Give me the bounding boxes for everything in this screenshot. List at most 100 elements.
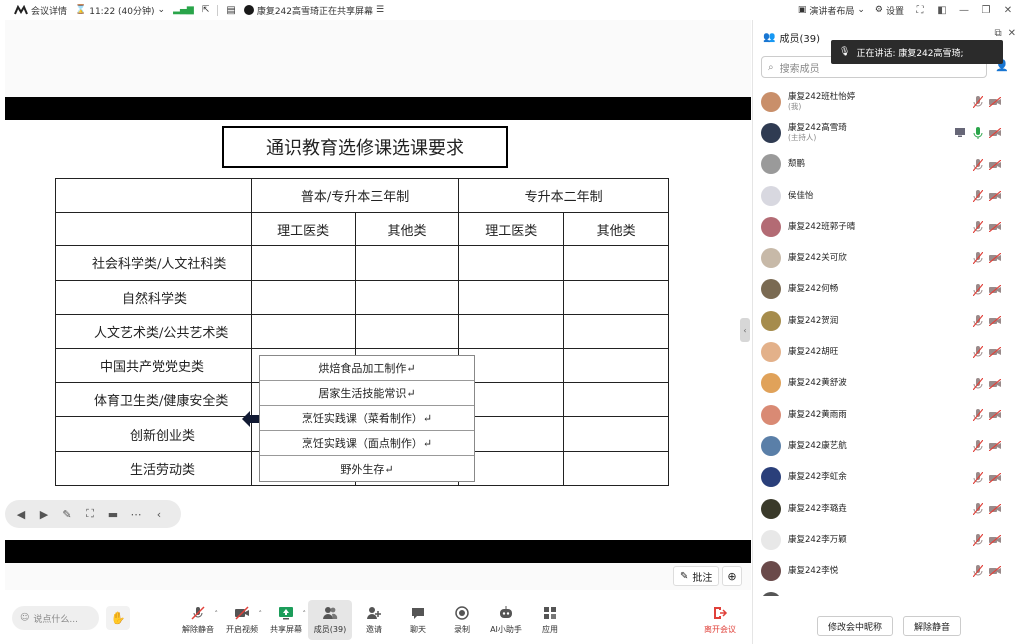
member-row[interactable]: 康复242关可欣 <box>753 242 1024 273</box>
meeting-details-label: 会议详情 <box>31 6 68 17</box>
chat-button[interactable]: 聊天 <box>396 600 440 640</box>
member-row[interactable]: 颓鹏 <box>753 149 1024 180</box>
mic-muted-icon[interactable] <box>973 440 983 453</box>
video-icon[interactable]: ▬ <box>105 506 121 522</box>
camera-off-icon[interactable] <box>989 472 1001 483</box>
member-row[interactable]: 康复242李万颖 <box>753 524 1024 555</box>
mic-on-icon[interactable] <box>973 127 983 140</box>
member-row[interactable]: 康复242康艺航 <box>753 430 1024 461</box>
member-row[interactable]: 康复242李璐垚 <box>753 493 1024 524</box>
camera-off-icon[interactable] <box>989 441 1001 452</box>
start-video-button[interactable]: 开启视频 ˄ <box>220 600 264 640</box>
camera-off-icon[interactable] <box>989 97 1001 107</box>
member-row[interactable]: 康复242李虹余 <box>753 462 1024 493</box>
camera-off-icon[interactable] <box>989 253 1001 264</box>
mic-muted-icon[interactable] <box>973 471 983 484</box>
member-row[interactable]: 侯佳怡 <box>753 180 1024 211</box>
caret-up-icon[interactable]: ˄ <box>215 610 219 618</box>
member-name: 康复242何畅 <box>788 284 838 294</box>
unmute-button[interactable]: 解除静音 ˄ <box>176 600 220 640</box>
member-row[interactable]: 康复242胡旺 <box>753 336 1024 367</box>
presenter-layout-button[interactable]: ▣ 演讲者布局 ⌄ <box>798 4 865 17</box>
annotate-button[interactable]: ✎ 批注 <box>673 566 720 586</box>
restore-button[interactable]: ❐ <box>980 5 992 16</box>
close-button[interactable]: ✕ <box>1002 5 1014 16</box>
table-cell <box>55 212 252 247</box>
unmute-all-button[interactable]: 解除静音 <box>903 616 962 636</box>
mic-muted-icon[interactable] <box>973 189 983 202</box>
member-row[interactable]: 康复242何畅 <box>753 274 1024 305</box>
meeting-details-button[interactable]: 会议详情 <box>14 4 67 17</box>
share-screen-button[interactable]: 共享屏幕 ˄ <box>264 600 308 640</box>
camera-off-icon[interactable] <box>989 378 1001 389</box>
zoom-in-icon[interactable]: ⊕ <box>722 566 742 586</box>
mic-muted-icon[interactable] <box>973 158 983 171</box>
mic-muted-icon <box>191 606 205 620</box>
panel-collapse-handle[interactable]: ‹ <box>740 318 750 342</box>
minimize-button[interactable]: — <box>958 5 970 16</box>
document-icon[interactable]: ▤ <box>226 5 235 16</box>
close-icon[interactable]: ✕ <box>1008 28 1016 39</box>
table-cell <box>563 279 669 315</box>
mic-muted-icon[interactable] <box>973 377 983 390</box>
member-row[interactable]: 康复242班杜怡婷 (我) <box>753 86 1024 117</box>
member-row[interactable]: 康复242黄舒波 <box>753 368 1024 399</box>
leave-meeting-button[interactable]: 离开会议 <box>700 600 740 640</box>
camera-off-icon[interactable] <box>989 190 1001 201</box>
member-row[interactable]: 康复242班郭子晴 <box>753 211 1024 242</box>
avatar <box>761 498 781 519</box>
mic-muted-icon[interactable] <box>973 346 983 359</box>
member-row[interactable]: 康复242黄雨雨 <box>753 399 1024 430</box>
fullscreen-icon[interactable]: ⛶ <box>914 5 926 16</box>
camera-off-icon[interactable] <box>989 535 1001 546</box>
screenshot-icon[interactable]: ⛶ <box>82 506 98 522</box>
next-icon[interactable]: ▶ <box>36 506 52 522</box>
popout-icon[interactable]: ⧉ <box>994 28 1001 39</box>
caret-up-icon[interactable]: ˄ <box>303 610 307 618</box>
member-row[interactable]: 康复242李悦 <box>753 555 1024 586</box>
mic-muted-icon[interactable] <box>973 502 983 515</box>
mic-muted-icon[interactable] <box>973 315 983 328</box>
collapse-icon[interactable]: ‹ <box>151 506 167 522</box>
mic-muted-icon[interactable] <box>973 408 983 421</box>
dropdown-item: 烘焙食品加工制作↵ <box>260 356 474 381</box>
member-name-label: 康复242黄舒波 <box>788 378 847 389</box>
mic-muted-icon[interactable] <box>973 534 983 547</box>
rename-button[interactable]: 修改会中昵称 <box>816 616 893 636</box>
share-status[interactable]: 康复242高雪琦正在共享屏幕 ☰ <box>243 4 384 17</box>
mic-muted-icon[interactable] <box>973 221 983 234</box>
member-row[interactable]: 康复242潘宏郁 <box>753 587 1024 596</box>
camera-off-icon[interactable] <box>989 503 1001 514</box>
previous-icon[interactable]: ◀ <box>13 506 29 522</box>
camera-off-icon[interactable] <box>989 159 1001 170</box>
mic-muted-icon[interactable] <box>973 96 983 108</box>
camera-off-icon[interactable] <box>989 128 1001 139</box>
camera-off-icon[interactable] <box>989 409 1001 420</box>
ai-assistant-button[interactable]: AI小助手 <box>484 600 528 640</box>
external-link-icon[interactable]: ⇱ <box>202 5 210 15</box>
camera-off-icon[interactable] <box>989 222 1001 233</box>
invite-button[interactable]: 邀请 <box>352 600 396 640</box>
mic-muted-icon[interactable] <box>973 565 983 578</box>
mic-muted-icon[interactable] <box>973 252 983 265</box>
camera-off-icon[interactable] <box>989 284 1001 295</box>
mic-muted-icon[interactable] <box>973 283 983 296</box>
raise-hand-icon[interactable]: ✋ <box>106 606 130 630</box>
more-icon[interactable]: ⋯ <box>128 506 144 522</box>
sidebar-toggle-icon[interactable]: ◧ <box>936 5 948 16</box>
apps-button[interactable]: 应用 <box>528 600 572 640</box>
member-row[interactable]: 康复242贺润 <box>753 305 1024 336</box>
member-row[interactable]: 康复242高雪琦 (主持人) <box>753 117 1024 148</box>
settings-button[interactable]: ⚙ 设置 <box>875 4 904 17</box>
tool-label: 邀请 <box>366 625 382 634</box>
members-button[interactable]: 成员(39) <box>308 600 352 640</box>
camera-off-icon[interactable] <box>989 316 1001 327</box>
caret-up-icon[interactable]: ˄ <box>259 610 263 618</box>
pen-icon[interactable]: ✎ <box>59 506 75 522</box>
timer[interactable]: ⌛ 11:22 (40分钟) ⌄ <box>75 4 165 17</box>
camera-off-icon[interactable] <box>989 347 1001 358</box>
camera-off-icon[interactable] <box>989 566 1001 577</box>
tool-label: 开启视频 <box>226 625 258 634</box>
chat-quick-input[interactable]: ☺ 说点什么... <box>12 606 99 630</box>
record-button[interactable]: 录制 <box>440 600 484 640</box>
